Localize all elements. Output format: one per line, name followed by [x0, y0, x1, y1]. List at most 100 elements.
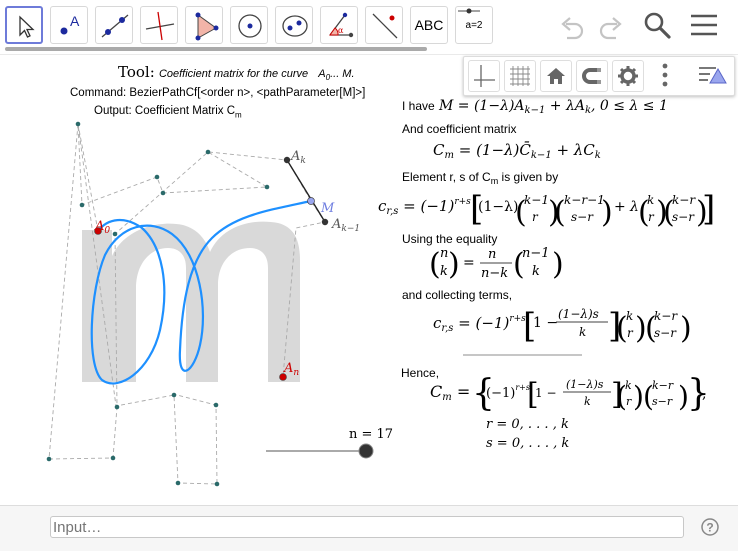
tool-curve: A0... M. [318, 68, 355, 83]
standard-view-button[interactable] [540, 60, 572, 92]
point-tool[interactable]: A [50, 6, 88, 44]
point-ak[interactable] [283, 156, 291, 164]
toolbar-scrollbar[interactable] [5, 47, 427, 51]
control-points[interactable] [46, 121, 270, 487]
frac-den: k [579, 325, 586, 339]
binom-bottom: s−r [654, 326, 677, 340]
control-point[interactable] [110, 455, 116, 461]
graphics-style-icon[interactable] [696, 61, 730, 91]
text-hence: Hence, [401, 366, 439, 380]
equals-sign: = [463, 255, 475, 271]
final-neg: (−1)r+s [486, 383, 530, 401]
paren: ) [552, 247, 564, 282]
frac-num: (1−λ)s [558, 307, 599, 321]
tool-description: Tool: Coefficient matrix for the curve A… [118, 63, 355, 82]
binom-top: k [647, 193, 654, 207]
binom-bottom: s−r [672, 210, 695, 224]
undo-icon[interactable] [557, 8, 591, 42]
settings-button[interactable] [612, 60, 644, 92]
circle-tool[interactable] [230, 6, 268, 44]
label-m: M [320, 201, 335, 216]
control-point[interactable] [79, 202, 85, 208]
toolbar: A α ABC a=2 [0, 0, 738, 50]
binom-top: n−1 [522, 246, 550, 261]
more-icon[interactable] [654, 60, 676, 90]
frac-den: n−k [481, 266, 508, 281]
tool-prefix: Tool: [118, 63, 155, 81]
graphics-view[interactable]: A0 Ak M Ak−1 An n = 17 I have M = (1−λ)A… [0, 55, 738, 505]
point-m[interactable] [307, 197, 315, 205]
control-point[interactable] [154, 174, 160, 180]
text-tool[interactable]: ABC [410, 6, 448, 44]
perpendicular-icon [145, 11, 175, 41]
reflect-tool[interactable] [365, 6, 403, 44]
slider-handle[interactable] [358, 443, 374, 459]
control-point[interactable] [214, 481, 220, 487]
graphics-canvas[interactable]: A0 Ak M Ak−1 An n = 17 I have M = (1−λ)A… [0, 55, 738, 505]
reflect-icon [372, 13, 398, 39]
control-point[interactable] [205, 149, 211, 155]
paren: ) [448, 247, 460, 282]
ellipse-icon [282, 15, 308, 37]
control-segment [208, 151, 288, 161]
control-point[interactable] [46, 456, 52, 462]
control-point[interactable] [175, 480, 181, 486]
menu-icon[interactable] [688, 8, 722, 42]
control-point[interactable] [75, 121, 81, 127]
command-text: Command: BezierPathCf[<order n>, <pathPa… [70, 87, 366, 99]
control-point[interactable] [160, 190, 166, 196]
slider-tool[interactable]: a=2 [455, 6, 493, 44]
search-icon[interactable] [640, 8, 674, 42]
range-r: r = 0, . . . , k [486, 417, 569, 432]
polygon-tool[interactable] [185, 6, 223, 44]
one-minus-lambda: (1−λ) [478, 199, 518, 215]
output-text: Output: Coefficient Matrix Cm [94, 105, 242, 120]
svg-text:α: α [338, 26, 344, 35]
one-minus: 1 − [535, 386, 557, 400]
eq-m: M = (1−λ)Ak−1 + λAk, 0 ≤ λ ≤ 1 [438, 98, 668, 116]
angle-tool[interactable]: α [320, 6, 358, 44]
comma: , [702, 386, 706, 402]
paren: ) [601, 195, 613, 230]
frac-num: (1−λ)s [566, 378, 604, 391]
binom-top: k−1 [524, 193, 549, 207]
eq-cm: Cm = (1−λ)C̄k−1 + λCk [433, 141, 601, 161]
one-minus: 1 − [533, 315, 558, 331]
plus-sign: + [614, 199, 626, 215]
label-ak1: Ak−1 [331, 217, 360, 234]
brace-close: } [687, 373, 710, 414]
point-icon: A [60, 13, 80, 35]
point-ak1[interactable] [321, 218, 329, 226]
input-bar: ? [0, 505, 738, 551]
help-icon[interactable]: ? [701, 518, 719, 536]
binom-bottom: k [440, 264, 448, 279]
redo-icon[interactable] [592, 8, 626, 42]
cursor-icon [19, 15, 35, 38]
binom-top: k−r−1 [564, 193, 605, 207]
control-point[interactable] [171, 392, 177, 398]
range-s: s = 0, . . . , k [486, 436, 569, 451]
binom-bottom: s−r [571, 210, 594, 224]
angle-icon: α [329, 12, 354, 38]
text-element: Element r, s of Cm is given by [402, 170, 558, 186]
polygon-icon [195, 12, 219, 41]
control-point[interactable] [112, 231, 118, 237]
eq-crs: cr,s = (−1)r+s [378, 197, 471, 217]
point-capturing-button[interactable] [576, 60, 608, 92]
ellipse-tool[interactable] [275, 6, 313, 44]
svg-text:A: A [70, 13, 80, 29]
perpendicular-line-tool[interactable] [140, 6, 178, 44]
binom-bottom: r [627, 326, 634, 340]
axes-toggle-button[interactable] [468, 60, 500, 92]
control-point[interactable] [213, 402, 219, 408]
move-tool[interactable] [5, 6, 43, 44]
line-tool[interactable] [95, 6, 133, 44]
control-point[interactable] [114, 404, 120, 410]
text-using: Using the equality [402, 232, 497, 246]
grid-icon [510, 66, 530, 86]
eq-crs-2: cr,s = (−1)r+s [433, 314, 526, 334]
control-point[interactable] [264, 184, 270, 190]
binom-top: k [625, 379, 632, 392]
grid-toggle-button[interactable] [504, 60, 536, 92]
input-field[interactable] [50, 516, 684, 538]
